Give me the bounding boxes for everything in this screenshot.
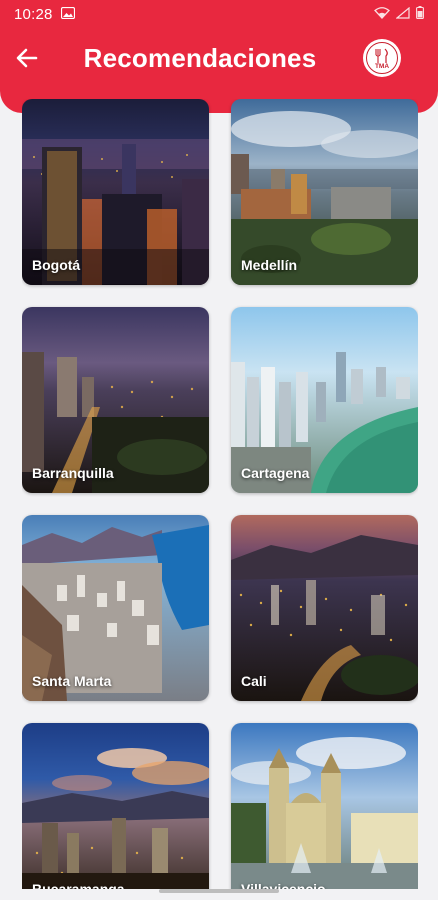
- city-card-cartagena[interactable]: Cartagena: [231, 307, 418, 493]
- page-title: Recomendaciones: [83, 42, 317, 73]
- city-label: Bucaramanga: [32, 881, 125, 889]
- back-button[interactable]: [13, 44, 41, 72]
- recommendations-grid: Bogotá Medellín Barranquilla Cartagena S…: [22, 99, 418, 889]
- gallery-notification-icon: [60, 6, 75, 23]
- home-indicator[interactable]: [159, 889, 279, 893]
- city-photo: [22, 723, 209, 889]
- arrow-left-icon: [16, 48, 38, 68]
- city-label: Bogotá: [32, 257, 81, 273]
- city-label: Santa Marta: [32, 673, 112, 689]
- city-label: Cartagena: [241, 465, 310, 481]
- city-card-bucaramanga[interactable]: Bucaramanga: [22, 723, 209, 889]
- status-time: 10:28: [14, 5, 53, 23]
- signal-icon: [395, 6, 410, 23]
- app-logo[interactable]: TMA: [363, 39, 401, 77]
- city-card-barranquilla[interactable]: Barranquilla: [22, 307, 209, 493]
- city-label: Medellín: [241, 257, 298, 273]
- city-label: Villavicencio: [241, 881, 326, 889]
- logo-icon: TMA: [366, 42, 398, 74]
- city-photo: [231, 723, 418, 889]
- app-toolbar: Recomendaciones TMA: [0, 30, 438, 86]
- city-label: Barranquilla: [32, 465, 114, 481]
- status-bar: 10:28: [0, 0, 438, 28]
- city-card-medellin[interactable]: Medellín: [231, 99, 418, 285]
- city-card-santa-marta[interactable]: Santa Marta: [22, 515, 209, 701]
- city-card-cali[interactable]: Cali: [231, 515, 418, 701]
- city-card-villavicencio[interactable]: Villavicencio: [231, 723, 418, 889]
- wifi-icon: [374, 6, 390, 23]
- city-label: Cali: [241, 673, 267, 689]
- logo-text: TMA: [375, 63, 389, 70]
- city-card-bogota[interactable]: Bogotá: [22, 99, 209, 285]
- battery-icon: [416, 5, 424, 23]
